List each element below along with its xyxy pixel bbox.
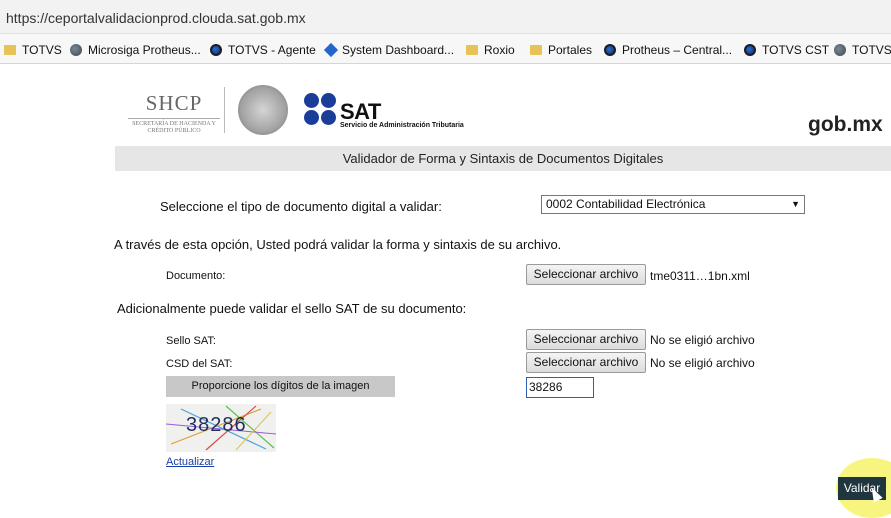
shcp-logo: SHCP SECRETARÍA DE HACIENDA Y CRÉDITO PÚ…	[128, 91, 220, 135]
bookmark-system-dashboard[interactable]: System Dashboard...	[323, 41, 454, 59]
gobmx-logo: gob.mx	[808, 113, 883, 136]
refresh-captcha-link[interactable]: Actualizar	[166, 456, 214, 468]
address-bar[interactable]: https://ceportalvalidacionprod.clouda.sa…	[0, 0, 891, 34]
document-type-label: Seleccione el tipo de documento digital …	[160, 199, 442, 214]
page-title: Validador de Forma y Sintaxis de Documen…	[115, 146, 891, 171]
folder-icon	[4, 45, 16, 55]
csd-file-button[interactable]: Seleccionar archivo	[526, 352, 646, 373]
documento-label: Documento:	[166, 270, 226, 282]
bookmark-microsiga[interactable]: Microsiga Protheus...	[70, 41, 201, 59]
documento-file-name: tme0311…1bn.xml	[650, 269, 750, 283]
bookmark-roxio[interactable]: Roxio	[466, 41, 515, 59]
sello-label: Sello SAT:	[166, 335, 216, 347]
logo-divider	[224, 87, 225, 133]
captcha-image: 38286	[166, 404, 276, 452]
info-text: A través de esta opción, Usted podrá val…	[114, 237, 562, 252]
globe-icon	[834, 44, 846, 56]
bookmark-protheus-central[interactable]: Protheus – Central...	[604, 41, 732, 59]
bookmark-totvs[interactable]: TOTVS	[4, 41, 62, 59]
folder-icon	[530, 45, 542, 55]
additional-text: Adicionalmente puede validar el sello SA…	[117, 301, 467, 316]
folder-icon	[466, 45, 478, 55]
sat-dots-icon	[304, 93, 338, 127]
page-content: SHCP SECRETARÍA DE HACIENDA Y CRÉDITO PÚ…	[0, 65, 891, 518]
dropdown-arrow-icon: ▼	[791, 199, 800, 209]
bookmark-totvs-cst[interactable]: TOTVS CST	[744, 41, 829, 59]
national-seal-icon	[238, 85, 288, 135]
totvs-icon	[744, 44, 756, 56]
document-type-value: 0002 Contabilidad Electrónica	[546, 197, 706, 211]
url-text[interactable]: https://ceportalvalidacionprod.clouda.sa…	[6, 10, 306, 26]
bookmark-totvs-2[interactable]: TOTVS	[834, 41, 891, 59]
bookmarks-bar: TOTVS Microsiga Protheus... TOTVS - Agen…	[0, 34, 891, 64]
bookmark-portales[interactable]: Portales	[530, 41, 592, 59]
document-type-select[interactable]: 0002 Contabilidad Electrónica ▼	[541, 195, 805, 214]
diamond-icon	[323, 42, 339, 58]
bookmark-totvs-agente[interactable]: TOTVS - Agente	[210, 41, 316, 59]
documento-file-button[interactable]: Seleccionar archivo	[526, 264, 646, 285]
totvs-icon	[604, 44, 616, 56]
csd-label: CSD del SAT:	[166, 358, 233, 370]
captcha-input[interactable]: 38286	[526, 377, 594, 398]
captcha-prompt: Proporcione los dígitos de la imagen	[166, 376, 395, 397]
sello-file-name: No se eligió archivo	[650, 333, 755, 347]
sat-subtitle: Servicio de Administración Tributaria	[340, 122, 464, 129]
csd-file-name: No se eligió archivo	[650, 356, 755, 370]
captcha-digits: 38286	[186, 414, 247, 436]
totvs-icon	[210, 44, 222, 56]
sello-file-button[interactable]: Seleccionar archivo	[526, 329, 646, 350]
globe-icon	[70, 44, 82, 56]
